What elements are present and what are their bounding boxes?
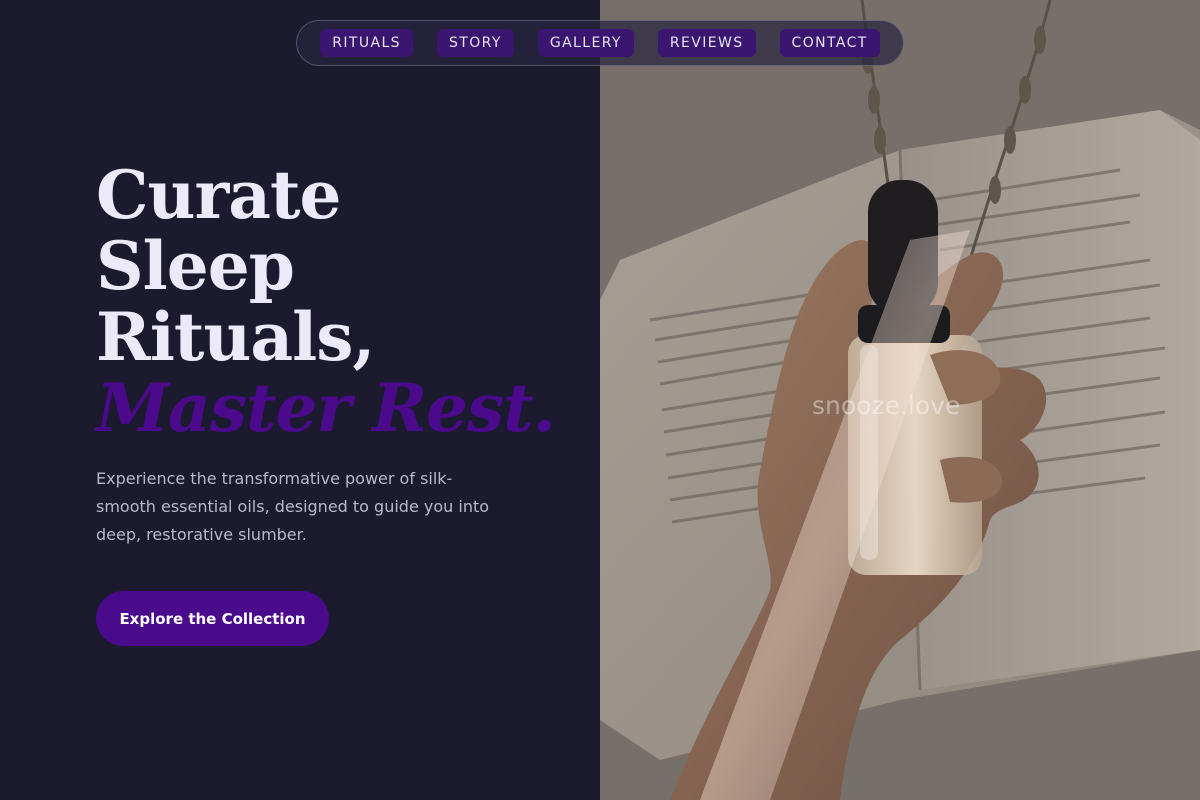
nav-link-reviews[interactable]: REVIEWS: [657, 29, 756, 57]
nav-link-story[interactable]: STORY: [436, 29, 514, 57]
headline-line: Sleep: [96, 227, 295, 305]
nav-link-contact[interactable]: CONTACT: [779, 29, 880, 57]
nav-link-rituals[interactable]: RITUALS: [320, 29, 413, 57]
watermark: snooze.love: [812, 391, 961, 420]
headline-line: Rituals,: [96, 298, 375, 376]
headline-accent: Master Rest.: [96, 369, 556, 447]
hero-subtitle: Experience the transformative power of s…: [96, 469, 490, 544]
headline-line: Curate: [96, 156, 342, 234]
hero-headline: Curate Sleep Rituals, Master Rest.: [96, 160, 576, 444]
main-nav: RITUALS STORY GALLERY REVIEWS CONTACT: [296, 20, 904, 66]
explore-collection-button[interactable]: Explore the Collection: [96, 591, 329, 646]
nav-link-gallery[interactable]: GALLERY: [537, 29, 634, 57]
